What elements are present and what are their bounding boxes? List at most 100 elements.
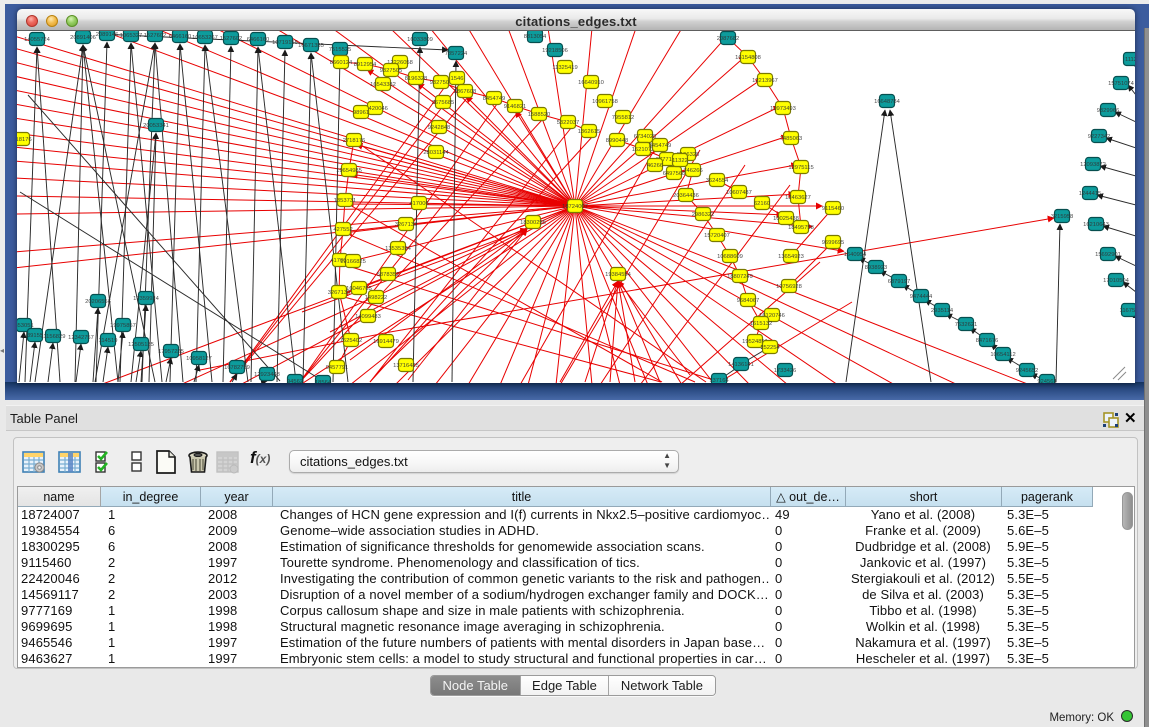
svg-text:2986322: 2986322 <box>692 212 715 218</box>
svg-text:9245652: 9245652 <box>1016 368 1039 374</box>
svg-text:8471676: 8471676 <box>976 338 999 344</box>
svg-text:18807249: 18807249 <box>727 274 753 280</box>
svg-text:94562: 94562 <box>287 379 303 383</box>
svg-text:28031144: 28031144 <box>423 150 449 156</box>
svg-text:13535394: 13535394 <box>385 246 412 252</box>
svg-text:1498222: 1498222 <box>365 295 388 301</box>
svg-text:7955812: 7955812 <box>612 115 635 121</box>
svg-text:9327505: 9327505 <box>380 68 403 74</box>
svg-text:62160: 62160 <box>754 201 770 207</box>
svg-text:16543382: 16543382 <box>370 82 396 88</box>
svg-text:17010504: 17010504 <box>1103 278 1130 284</box>
svg-text:11322: 11322 <box>672 158 688 164</box>
svg-text:12975115: 12975115 <box>788 165 813 171</box>
svg-text:16782759: 16782759 <box>224 365 250 371</box>
svg-text:98961: 98961 <box>353 110 369 116</box>
svg-text:20364436: 20364436 <box>673 193 699 199</box>
svg-text:9684067: 9684067 <box>737 298 760 304</box>
svg-text:8912954: 8912954 <box>354 62 377 68</box>
svg-text:427552: 427552 <box>333 227 352 233</box>
svg-text:16033809: 16033809 <box>407 37 433 43</box>
svg-text:12093872: 12093872 <box>1080 162 1106 168</box>
svg-text:8660124: 8660124 <box>330 60 353 66</box>
svg-text:19218506: 19218506 <box>542 48 568 54</box>
svg-text:1353731: 1353731 <box>334 198 357 204</box>
svg-text:11325419: 11325419 <box>552 65 577 71</box>
svg-text:10654112: 10654112 <box>990 352 1015 358</box>
svg-text:252254: 252254 <box>760 345 780 351</box>
svg-text:1640954: 1640954 <box>844 252 867 258</box>
svg-text:1527602: 1527602 <box>144 33 167 39</box>
svg-text:12923448: 12923448 <box>254 372 280 378</box>
svg-text:7632621: 7632621 <box>955 322 978 328</box>
svg-text:924561: 924561 <box>1037 379 1056 383</box>
svg-text:11156829: 11156829 <box>41 334 66 340</box>
svg-text:10719155: 10719155 <box>272 40 298 46</box>
svg-text:10688609: 10688609 <box>717 254 743 260</box>
svg-text:10607487: 10607487 <box>726 190 752 196</box>
svg-text:18564: 18564 <box>315 380 332 383</box>
svg-text:19166825: 19166825 <box>340 259 366 265</box>
svg-text:16640910: 16640910 <box>578 80 604 86</box>
svg-text:7515525: 7515525 <box>329 47 352 53</box>
svg-text:10653267: 10653267 <box>192 35 218 41</box>
svg-text:5322037: 5322037 <box>557 120 580 126</box>
svg-text:12342757: 12342757 <box>68 335 94 341</box>
svg-text:1065327: 1065327 <box>120 33 143 39</box>
svg-text:8938923: 8938923 <box>865 265 888 271</box>
svg-text:12505135: 12505135 <box>128 342 154 348</box>
svg-text:114519: 114519 <box>99 338 118 344</box>
svg-text:137164: 137164 <box>709 378 729 383</box>
svg-text:9242848: 9242848 <box>428 125 451 131</box>
svg-text:18300295: 18300295 <box>520 220 546 226</box>
svg-text:18495758: 18495758 <box>788 225 814 231</box>
svg-text:19384554: 19384554 <box>605 272 632 278</box>
svg-text:15751074: 15751074 <box>1108 81 1135 87</box>
svg-text:10958127: 10958127 <box>186 356 212 362</box>
svg-text:10961758: 10961758 <box>592 99 618 105</box>
svg-text:3675685: 3675685 <box>432 100 455 106</box>
svg-text:6466160: 6466160 <box>169 34 192 40</box>
svg-text:3267130: 3267130 <box>395 222 418 228</box>
svg-text:16210643: 16210643 <box>1083 222 1109 228</box>
svg-text:17957225: 17957225 <box>158 349 184 355</box>
svg-text:18724007: 18724007 <box>562 204 588 210</box>
svg-text:16671355: 16671355 <box>298 43 324 49</box>
svg-text:7857224: 7857224 <box>445 51 468 57</box>
svg-text:1527602: 1527602 <box>220 36 243 42</box>
svg-text:16046765: 16046765 <box>346 286 372 292</box>
svg-text:9227342: 9227342 <box>1088 134 1111 140</box>
svg-text:20206556: 20206556 <box>85 299 111 305</box>
svg-text:20891406: 20891406 <box>70 35 96 41</box>
svg-text:14099483: 14099483 <box>355 314 381 320</box>
svg-text:1733426: 1733426 <box>774 368 797 374</box>
svg-text:2089146: 2089146 <box>96 32 119 38</box>
svg-text:3215958: 3215958 <box>1051 214 1074 220</box>
svg-text:116753: 116753 <box>1120 308 1135 314</box>
svg-text:14055724: 14055724 <box>24 37 51 43</box>
svg-text:1615132: 1615132 <box>750 321 773 327</box>
svg-text:9146821: 9146821 <box>504 104 527 110</box>
svg-text:3624554: 3624554 <box>706 178 729 184</box>
svg-text:8454749: 8454749 <box>649 143 672 149</box>
svg-text:746266: 746266 <box>683 168 702 174</box>
svg-text:6466160: 6466160 <box>247 37 270 43</box>
svg-text:1546: 1546 <box>451 76 464 82</box>
svg-text:2718176: 2718176 <box>343 138 366 144</box>
svg-text:10973493: 10973493 <box>770 106 796 112</box>
svg-text:6497568: 6497568 <box>663 171 686 177</box>
svg-text:9115460: 9115460 <box>822 206 844 212</box>
svg-text:16914479: 16914479 <box>373 339 399 345</box>
svg-text:9457791: 9457791 <box>326 365 349 371</box>
svg-text:8454749: 8454749 <box>483 96 506 102</box>
svg-text:14136141: 14136141 <box>728 362 754 368</box>
svg-text:417006: 417006 <box>409 201 428 207</box>
svg-text:9699695: 9699695 <box>822 240 845 246</box>
svg-text:1112: 1112 <box>1125 57 1135 63</box>
svg-text:13654923: 13654923 <box>778 254 804 260</box>
svg-text:46266: 46266 <box>647 163 663 169</box>
svg-text:16648784: 16648784 <box>874 99 901 105</box>
svg-text:2087682: 2087682 <box>717 36 740 42</box>
svg-text:20053341: 20053341 <box>143 123 169 129</box>
svg-text:13716485: 13716485 <box>393 363 419 369</box>
